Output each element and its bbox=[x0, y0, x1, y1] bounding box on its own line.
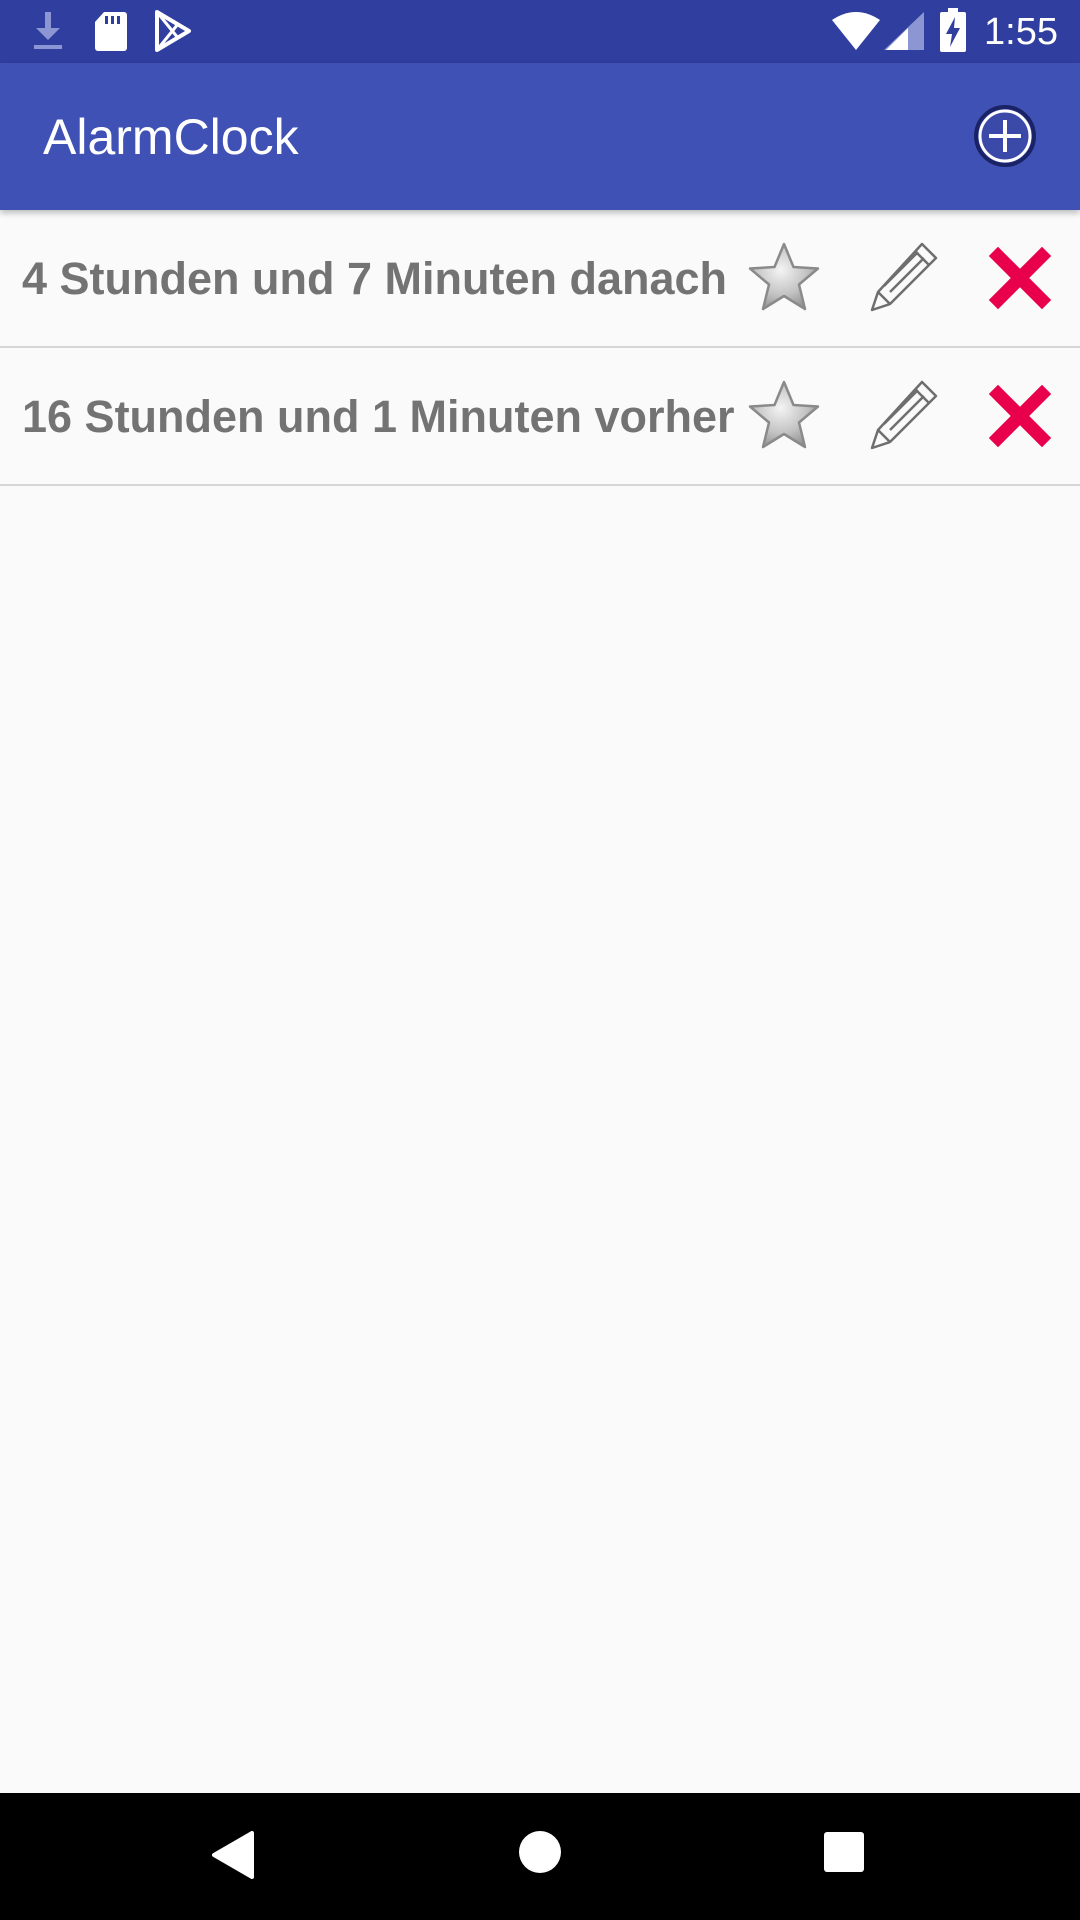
alarm-list: 4 Stunden und 7 Minuten danach 16 Stunde… bbox=[0, 210, 1080, 486]
list-item[interactable]: 16 Stunden und 1 Minuten vorher bbox=[0, 348, 1080, 486]
edit-button[interactable] bbox=[862, 238, 942, 318]
star-icon[interactable] bbox=[744, 238, 824, 318]
navigation-bar bbox=[0, 1793, 1080, 1920]
favorite-button[interactable] bbox=[744, 238, 824, 318]
star-icon[interactable] bbox=[744, 376, 824, 456]
close-icon[interactable] bbox=[980, 376, 1060, 456]
app-title: AlarmClock bbox=[43, 109, 299, 165]
alarm-label: 4 Stunden und 7 Minuten danach bbox=[22, 253, 728, 304]
add-circle-icon[interactable] bbox=[972, 103, 1038, 169]
play-store-icon bbox=[154, 10, 192, 57]
download-icon bbox=[30, 10, 66, 57]
status-bar: 1:55 bbox=[0, 0, 1080, 63]
battery-charging-icon bbox=[940, 8, 966, 57]
home-button[interactable] bbox=[518, 1830, 562, 1879]
status-time: 1:55 bbox=[984, 11, 1058, 53]
back-icon[interactable] bbox=[212, 1831, 256, 1879]
favorite-button[interactable] bbox=[744, 376, 824, 456]
sd-card-icon bbox=[94, 10, 128, 57]
recents-button[interactable] bbox=[823, 1831, 865, 1878]
cell-signal-icon bbox=[884, 12, 924, 55]
recents-icon[interactable] bbox=[823, 1831, 865, 1873]
add-alarm-button[interactable] bbox=[972, 103, 1038, 169]
wifi-icon bbox=[832, 12, 880, 55]
delete-button[interactable] bbox=[980, 238, 1060, 318]
delete-button[interactable] bbox=[980, 376, 1060, 456]
home-icon[interactable] bbox=[518, 1830, 562, 1874]
app-bar: AlarmClock bbox=[0, 63, 1080, 210]
pencil-icon[interactable] bbox=[862, 238, 942, 318]
edit-button[interactable] bbox=[862, 376, 942, 456]
alarm-label: 16 Stunden und 1 Minuten vorher bbox=[22, 391, 735, 442]
pencil-icon[interactable] bbox=[862, 376, 942, 456]
list-item[interactable]: 4 Stunden und 7 Minuten danach bbox=[0, 210, 1080, 348]
close-icon[interactable] bbox=[980, 238, 1060, 318]
back-button[interactable] bbox=[212, 1831, 256, 1884]
